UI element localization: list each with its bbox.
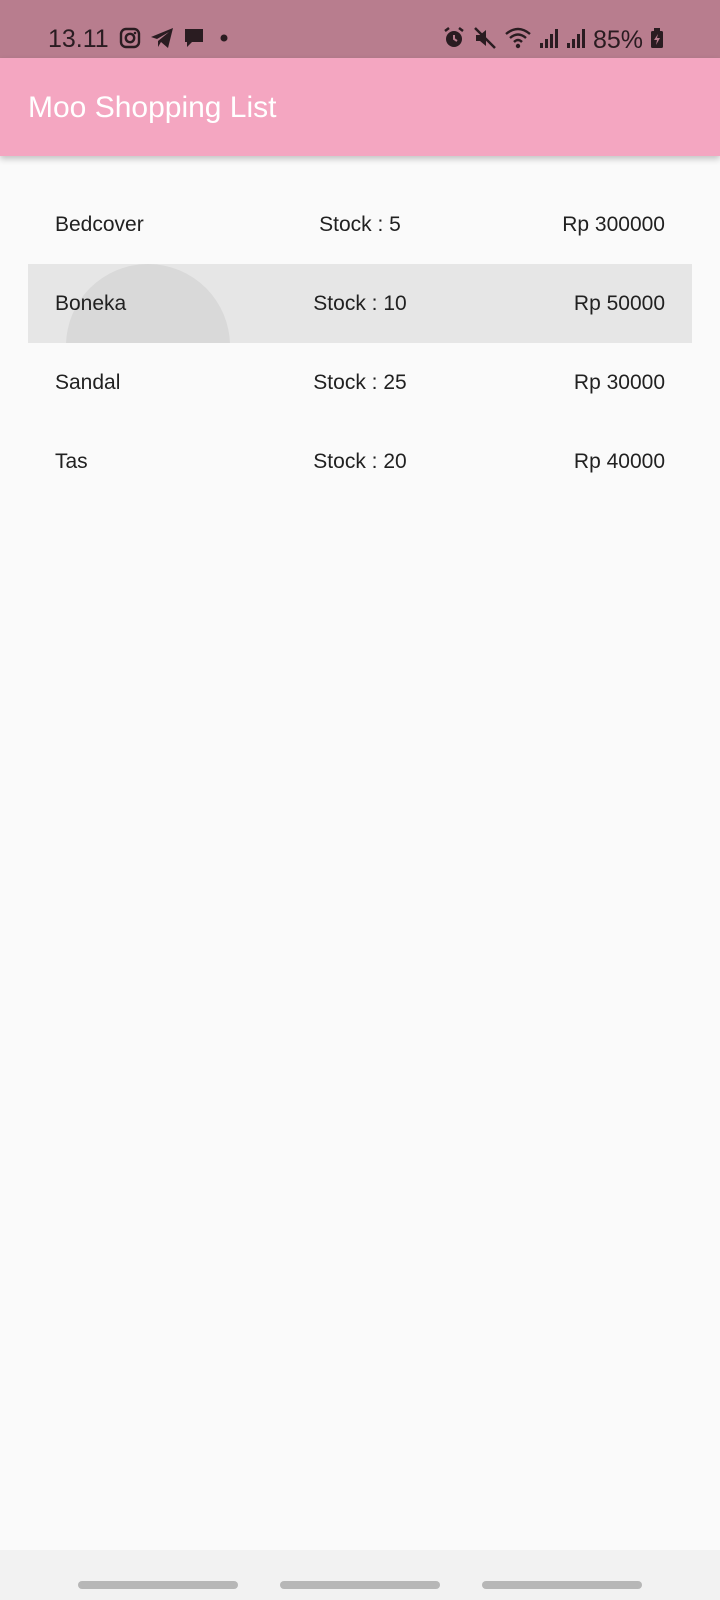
- dot-icon: [214, 27, 232, 54]
- item-price: Rp 300000: [562, 213, 665, 236]
- status-system-icons: 85%: [442, 26, 664, 54]
- status-bar: 13.11 85%: [0, 0, 720, 58]
- item-price: Rp 50000: [573, 292, 665, 315]
- telegram-icon: [150, 27, 174, 54]
- list-item[interactable]: Sandal Stock : 25 Rp 30000: [28, 343, 692, 422]
- item-price: Rp 40000: [573, 450, 665, 473]
- app-title: Moo Shopping List: [28, 91, 277, 124]
- shopping-list: Bedcover Stock : 5 Rp 300000 Boneka Stoc…: [28, 185, 692, 501]
- nav-home-button[interactable]: [280, 1581, 440, 1589]
- navigation-bar: [0, 1550, 720, 1600]
- instagram-icon: [119, 27, 141, 54]
- chat-icon: [183, 27, 205, 54]
- mute-icon: [473, 26, 497, 55]
- signal-icon: [539, 26, 559, 55]
- battery-percentage: 85%: [592, 26, 643, 54]
- wifi-icon: [504, 26, 532, 55]
- list-item[interactable]: Bedcover Stock : 5 Rp 300000: [28, 185, 692, 264]
- item-price: Rp 30000: [573, 371, 665, 394]
- battery-charging-icon: [650, 26, 664, 55]
- list-item[interactable]: Boneka Stock : 10 Rp 50000: [28, 264, 692, 343]
- status-notification-icons: [119, 27, 232, 54]
- nav-back-button[interactable]: [482, 1581, 642, 1589]
- list-item[interactable]: Tas Stock : 20 Rp 40000: [28, 422, 692, 501]
- signal-icon: [566, 26, 586, 55]
- status-time: 13.11: [48, 25, 109, 53]
- nav-recents-button[interactable]: [78, 1581, 238, 1589]
- alarm-icon: [442, 26, 466, 55]
